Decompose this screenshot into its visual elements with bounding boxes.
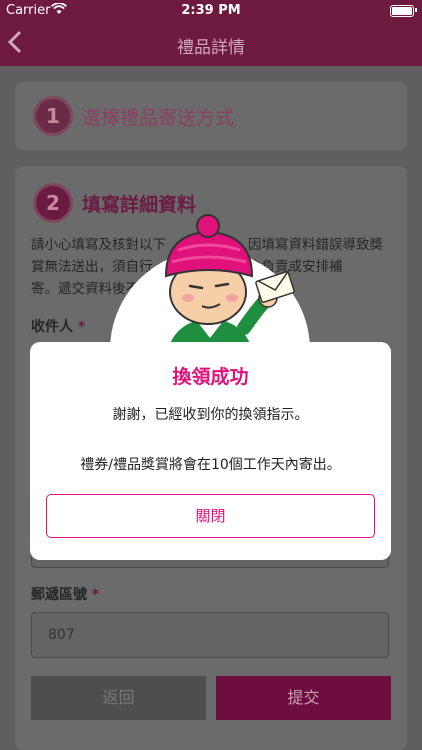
- battery-tip: [415, 8, 417, 12]
- step2-number: 2: [33, 183, 73, 223]
- postal-code-input[interactable]: 807: [31, 612, 389, 658]
- submit-button[interactable]: 提交: [216, 676, 391, 720]
- mascot-illustration: [108, 210, 312, 360]
- postal-code-label: 郵遞區號 *: [31, 584, 99, 604]
- required-mark: *: [77, 319, 86, 335]
- postal-code-label-text: 郵遞區號: [31, 587, 87, 603]
- recipient-label: 收件人 *: [31, 316, 85, 336]
- dialog-title: 換領成功: [172, 366, 249, 388]
- status-bar: Carrier 2:39 PM: [0, 0, 422, 22]
- step1-number: 1: [33, 96, 73, 136]
- back-button[interactable]: 返回: [31, 676, 206, 720]
- recipient-label-text: 收件人: [31, 319, 73, 335]
- required-mark: *: [91, 587, 100, 603]
- battery-icon: [390, 5, 414, 17]
- success-dialog: 換領成功 謝謝，已經收到你的換領指示。 禮券/禮品獎賞將會在10個工作天內寄出。…: [30, 342, 391, 560]
- page-title: 禮品詳情: [177, 38, 245, 58]
- nav-bar: 禮品詳情: [0, 22, 422, 66]
- close-button[interactable]: 關閉: [46, 494, 375, 538]
- step1-title: 選擇禮品寄送方式: [82, 107, 235, 129]
- dialog-message-2: 禮券/禮品獎賞將會在10個工作天內寄出。: [80, 457, 341, 473]
- postal-code-value: 807: [48, 627, 75, 643]
- clock: 2:39 PM: [181, 3, 241, 18]
- dialog-message-1: 謝謝，已經收到你的換領指示。: [112, 407, 309, 423]
